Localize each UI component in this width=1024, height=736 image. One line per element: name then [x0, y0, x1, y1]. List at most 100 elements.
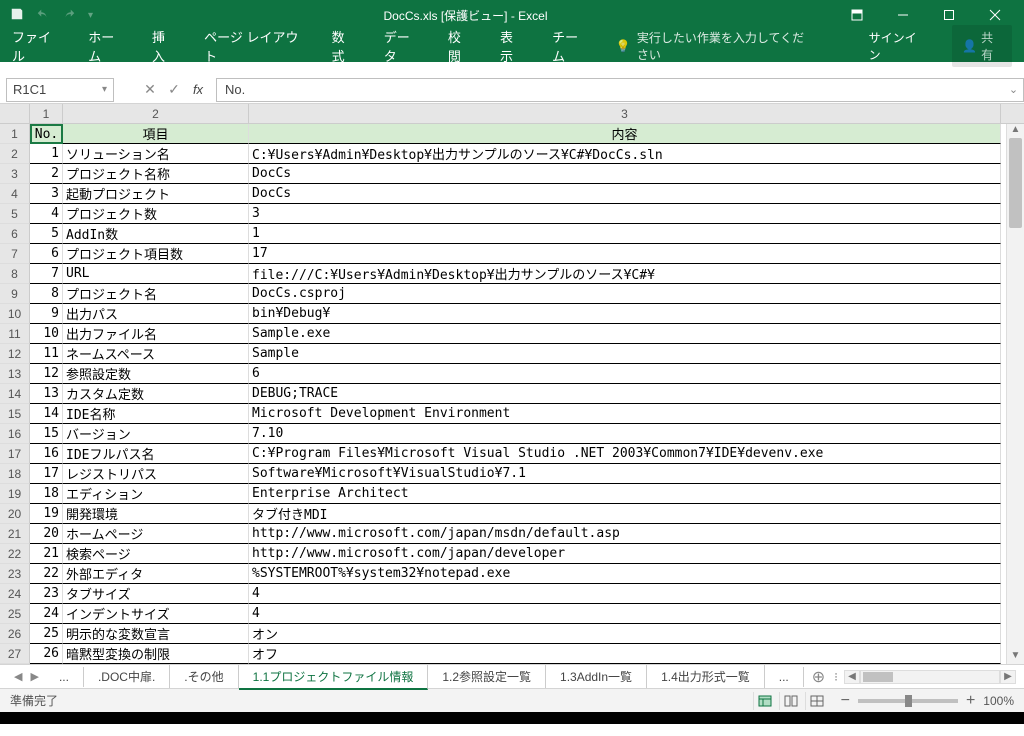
cell-no[interactable]: 19	[30, 504, 63, 524]
tab-review[interactable]: 校閲	[448, 27, 472, 65]
cell-value[interactable]: オン	[249, 624, 1001, 644]
row-header[interactable]: 10	[0, 304, 30, 324]
name-box-dropdown-icon[interactable]: ▾	[102, 84, 107, 95]
cell-no[interactable]: 4	[30, 204, 63, 224]
cell-value[interactable]: file:///C:¥Users¥Admin¥Desktop¥出力サンプルのソー…	[249, 264, 1001, 284]
sheet-tab-other[interactable]: .その他	[170, 665, 238, 688]
row-header[interactable]: 17	[0, 444, 30, 464]
row-header[interactable]: 14	[0, 384, 30, 404]
cell-no[interactable]: 14	[30, 404, 63, 424]
cell-item[interactable]: 出力パス	[63, 304, 249, 324]
cell-value[interactable]: http://www.microsoft.com/japan/developer	[249, 544, 1001, 564]
zoom-out-button[interactable]: −	[841, 692, 850, 710]
cell-no[interactable]: 8	[30, 284, 63, 304]
row-header[interactable]: 18	[0, 464, 30, 484]
cell-item[interactable]: IDEフルパス名	[63, 444, 249, 464]
cell-no[interactable]: 13	[30, 384, 63, 404]
enter-formula-icon[interactable]: ✓	[162, 81, 186, 98]
sheet-tab-output-formats[interactable]: 1.4出力形式一覧	[647, 665, 765, 688]
tab-view[interactable]: 表示	[500, 27, 524, 65]
cell-item[interactable]: URL	[63, 264, 249, 284]
cell-value[interactable]: 7.10	[249, 424, 1001, 444]
sheet-tab-doc-cover[interactable]: .DOC中扉.	[84, 665, 170, 688]
cell-no[interactable]: 24	[30, 604, 63, 624]
row-header[interactable]: 5	[0, 204, 30, 224]
save-icon[interactable]	[10, 7, 24, 24]
row-header[interactable]: 25	[0, 604, 30, 624]
cell-item[interactable]: AddIn数	[63, 224, 249, 244]
cell-value[interactable]: Enterprise Architect	[249, 484, 1001, 504]
cell-value[interactable]: Sample.exe	[249, 324, 1001, 344]
cell-no[interactable]: 15	[30, 424, 63, 444]
horizontal-scrollbar[interactable]: ⁝ ◀ ▶	[833, 670, 1016, 684]
cell-no[interactable]: 22	[30, 564, 63, 584]
cell-item[interactable]: インデントサイズ	[63, 604, 249, 624]
row-header[interactable]: 9	[0, 284, 30, 304]
cell-no[interactable]: 11	[30, 344, 63, 364]
row-header[interactable]: 2	[0, 144, 30, 164]
scroll-up-icon[interactable]: ▲	[1007, 124, 1024, 138]
column-header[interactable]: 1	[30, 104, 63, 123]
cell-value[interactable]: 6	[249, 364, 1001, 384]
cell-item[interactable]: ネームスペース	[63, 344, 249, 364]
cell-item[interactable]: 外部エディタ	[63, 564, 249, 584]
sheet-nav-buttons[interactable]: ◀ ▶	[8, 670, 45, 683]
row-header[interactable]: 12	[0, 344, 30, 364]
cell-value[interactable]: DocCs	[249, 184, 1001, 204]
row-header[interactable]: 4	[0, 184, 30, 204]
hscroll-left-icon[interactable]: ◀	[844, 670, 860, 684]
sign-in-button[interactable]: サインイン	[869, 29, 925, 63]
hscroll-track[interactable]	[860, 670, 1000, 684]
cell-value[interactable]: Sample	[249, 344, 1001, 364]
cell-value[interactable]: C:¥Program Files¥Microsoft Visual Studio…	[249, 444, 1001, 464]
cell-no[interactable]: 18	[30, 484, 63, 504]
formula-input[interactable]: No.	[216, 78, 1004, 102]
cell-value[interactable]: DocCs.csproj	[249, 284, 1001, 304]
cell-item[interactable]: 起動プロジェクト	[63, 184, 249, 204]
cell-value[interactable]: C:¥Users¥Admin¥Desktop¥出力サンプルのソース¥C#¥Doc…	[249, 144, 1001, 164]
cell-value[interactable]: Microsoft Development Environment	[249, 404, 1001, 424]
cell-item[interactable]: レジストリパス	[63, 464, 249, 484]
cell-value[interactable]: 3	[249, 204, 1001, 224]
cell-value[interactable]: %SYSTEMROOT%¥system32¥notepad.exe	[249, 564, 1001, 584]
row-header[interactable]: 1	[0, 124, 30, 144]
cell-no[interactable]: 9	[30, 304, 63, 324]
insert-function-icon[interactable]: fx	[186, 82, 210, 97]
spreadsheet-grid[interactable]: 1 2 3 1 No. 項目 内容 21ソリューション名C:¥Users¥Adm…	[0, 104, 1024, 664]
sheet-nav-prev-icon[interactable]: ◀	[14, 670, 22, 683]
column-header[interactable]: 2	[63, 104, 249, 123]
sheet-tab-project-info[interactable]: 1.1プロジェクトファイル情報	[239, 665, 429, 690]
row-header[interactable]: 16	[0, 424, 30, 444]
cell-item[interactable]: プロジェクト名称	[63, 164, 249, 184]
cell-no[interactable]: 23	[30, 584, 63, 604]
cell-value[interactable]: オフ	[249, 644, 1001, 664]
zoom-slider[interactable]	[858, 699, 958, 703]
scroll-down-icon[interactable]: ▼	[1007, 650, 1024, 664]
cell-item[interactable]: バージョン	[63, 424, 249, 444]
expand-formula-bar-icon[interactable]: ⌄	[1004, 78, 1024, 102]
sheet-nav-next-icon[interactable]: ▶	[30, 670, 38, 683]
select-all-corner[interactable]	[0, 104, 30, 123]
cell-item[interactable]: 検索ページ	[63, 544, 249, 564]
sheet-tab-overflow-right[interactable]: ...	[765, 667, 804, 687]
row-header[interactable]: 22	[0, 544, 30, 564]
page-layout-view-icon[interactable]	[779, 692, 803, 710]
row-header[interactable]: 15	[0, 404, 30, 424]
cell-value[interactable]: DEBUG;TRACE	[249, 384, 1001, 404]
cell-item[interactable]: カスタム定数	[63, 384, 249, 404]
cell-item[interactable]: タブサイズ	[63, 584, 249, 604]
cell-value[interactable]: Software¥Microsoft¥VisualStudio¥7.1	[249, 464, 1001, 484]
cell-value[interactable]: 4	[249, 604, 1001, 624]
cell-item[interactable]: プロジェクト名	[63, 284, 249, 304]
cell-value[interactable]: タブ付きMDI	[249, 504, 1001, 524]
row-header[interactable]: 19	[0, 484, 30, 504]
cell-no[interactable]: 3	[30, 184, 63, 204]
zoom-in-button[interactable]: +	[966, 692, 975, 710]
header-cell-no[interactable]: No.	[30, 124, 63, 144]
cancel-formula-icon[interactable]: ✕	[138, 81, 162, 98]
cell-no[interactable]: 12	[30, 364, 63, 384]
tab-home[interactable]: ホーム	[88, 27, 124, 65]
cell-item[interactable]: 出力ファイル名	[63, 324, 249, 344]
cell-item[interactable]: 参照設定数	[63, 364, 249, 384]
column-header[interactable]: 3	[249, 104, 1001, 123]
